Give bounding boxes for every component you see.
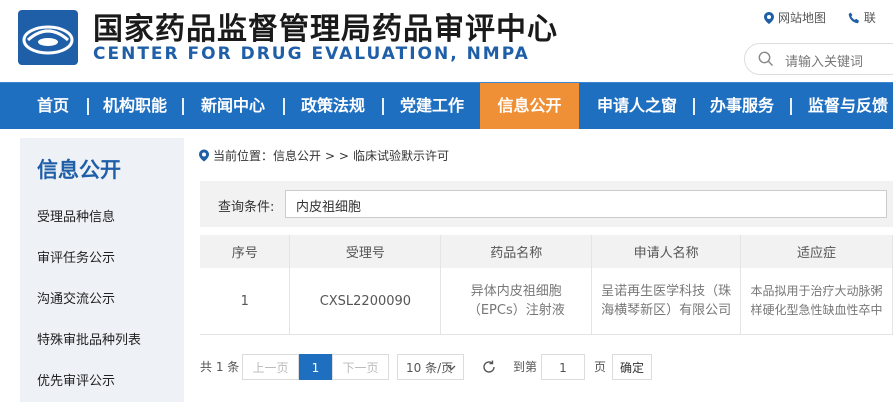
contact-link[interactable]: 联 <box>848 9 876 26</box>
nav-item-home[interactable]: 首页 <box>20 83 86 129</box>
table-row[interactable]: 1 CXSL2200090 异体内皮祖细胞（EPCs）注射液 呈诺再生医学科技（… <box>200 268 893 335</box>
nav-item-news[interactable]: 新闻中心 <box>184 83 282 129</box>
sidebar-item-priority-review[interactable]: 优先审评公示 <box>37 370 115 389</box>
goto-page-input[interactable]: 1 <box>541 354 585 380</box>
nav-item-services[interactable]: 办事服务 <box>695 83 789 129</box>
search-icon <box>758 51 773 66</box>
breadcrumb-current: 临床试验默示许可 <box>352 149 449 163</box>
page-1-button[interactable]: 1 <box>299 354 332 380</box>
sidebar-item-review-tasks[interactable]: 审评任务公示 <box>37 247 115 266</box>
page-size-select[interactable]: 10 条/页 <box>397 354 464 380</box>
prev-page-button[interactable]: 上一页 <box>242 354 299 380</box>
site-header: 国家药品监督管理局药品审评中心 CENTER FOR DRUG EVALUATI… <box>0 0 893 82</box>
cell-accept-no: CXSL2200090 <box>289 268 442 335</box>
nav-item-info-public[interactable]: 信息公开 <box>480 83 579 129</box>
location-pin-icon <box>199 149 209 162</box>
phone-icon <box>848 12 859 23</box>
breadcrumb-separator: > > <box>325 148 349 163</box>
total-count: 共 1 条 <box>200 360 240 374</box>
cell-index: 1 <box>200 268 291 335</box>
query-input[interactable]: 内皮祖细胞 <box>285 190 887 218</box>
confirm-button[interactable]: 确定 <box>612 354 652 380</box>
nav-item-feedback[interactable]: 监督与反馈 <box>792 83 893 129</box>
nav-item-applicant[interactable]: 申请人之窗 <box>581 83 693 129</box>
site-title-cn: 国家药品监督管理局药品审评中心 <box>93 12 558 47</box>
cell-indication: 本品拟用于治疗大动脉粥样硬化型急性缺血性卒中 <box>740 268 893 335</box>
col-header-applicant: 申请人名称 <box>591 235 742 268</box>
sidebar-item-communication[interactable]: 沟通交流公示 <box>37 288 115 307</box>
col-header-accept-no: 受理号 <box>289 235 442 268</box>
sidebar-item-accepted[interactable]: 受理品种信息 <box>37 206 115 225</box>
sitemap-link[interactable]: 网站地图 <box>764 9 826 26</box>
sidebar: 信息公开 受理品种信息 审评任务公示 沟通交流公示 特殊审批品种列表 优先审评公… <box>20 138 184 402</box>
query-value: 内皮祖细胞 <box>296 200 362 215</box>
nav-item-functions[interactable]: 机构职能 <box>89 83 181 129</box>
table-header-row: 序号 受理号 药品名称 申请人名称 适应症 <box>200 235 893 268</box>
col-header-drug-name: 药品名称 <box>440 235 593 268</box>
page-unit-label: 页 <box>594 360 607 374</box>
contact-label: 联 <box>863 11 876 25</box>
sitemap-label: 网站地图 <box>778 11 827 25</box>
cell-drug-name: 异体内皮祖细胞（EPCs）注射液 <box>440 268 593 335</box>
results-table: 序号 受理号 药品名称 申请人名称 适应症 1 CXSL2200090 异体内皮… <box>200 235 893 335</box>
main-nav: 首页 机构职能 新闻中心 政策法规 党建工作 信息公开 申请人之窗 办事服务 监… <box>0 82 893 129</box>
query-bar: 查询条件: 内皮祖细胞 <box>200 181 893 227</box>
sidebar-item-special-approval[interactable]: 特殊审批品种列表 <box>37 329 141 348</box>
chevron-down-icon <box>447 365 456 371</box>
nav-item-policy[interactable]: 政策法规 <box>285 83 381 129</box>
query-label: 查询条件: <box>218 200 275 215</box>
goto-label: 到第 <box>513 360 538 374</box>
col-header-index: 序号 <box>200 235 291 268</box>
breadcrumb-prefix[interactable]: 当前位置：信息公开 <box>213 147 321 164</box>
next-page-button[interactable]: 下一页 <box>332 354 389 380</box>
sidebar-title: 信息公开 <box>37 158 121 182</box>
top-links: 网站地图 联 <box>764 9 893 27</box>
location-pin-icon <box>764 11 774 24</box>
cell-applicant: 呈诺再生医学科技（珠海横琴新区）有限公司 <box>591 268 742 335</box>
search-input[interactable]: 请输入关键词 <box>785 51 863 70</box>
nav-item-party[interactable]: 党建工作 <box>384 83 480 129</box>
search-box[interactable]: 请输入关键词 <box>744 43 893 75</box>
refresh-icon[interactable] <box>481 358 497 376</box>
breadcrumb: 当前位置：信息公开 > > 临床试验默示许可 <box>199 147 449 164</box>
cde-logo[interactable] <box>18 10 78 65</box>
col-header-indication: 适应症 <box>740 235 893 268</box>
site-title-en: CENTER FOR DRUG EVALUATION, NMPA <box>93 44 530 64</box>
